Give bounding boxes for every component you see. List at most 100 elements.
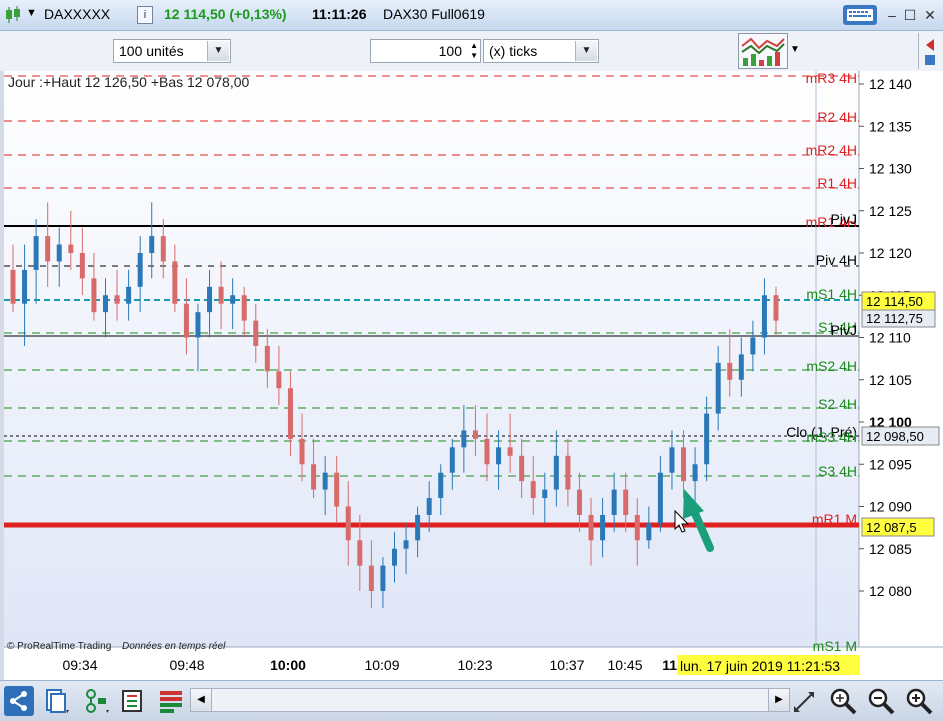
level-label: mR3 4H — [806, 71, 857, 86]
candle-body — [114, 295, 120, 304]
candle-body — [264, 345, 270, 372]
price-axis-label: 12 130 — [869, 161, 912, 177]
level-label: Piv 4H — [816, 252, 857, 268]
instrument-name[interactable]: DAXXXXX — [44, 6, 110, 22]
candle-body — [56, 244, 62, 262]
candle-body — [68, 244, 74, 253]
ticks-value-input[interactable]: 100 ▲ ▼ — [370, 39, 481, 63]
minimize-icon[interactable]: – — [882, 6, 902, 24]
candle-body — [392, 548, 397, 566]
panel-arrow-icon — [925, 39, 935, 65]
indicator-tool-button[interactable] — [738, 33, 788, 69]
units-select-value: 100 unités — [119, 43, 184, 59]
level-label: mS2 4H — [806, 358, 857, 374]
level-label: PivJ — [831, 211, 857, 227]
candle-body — [207, 286, 213, 313]
horizontal-scrollbar[interactable]: ◀ ▶ — [190, 688, 790, 712]
zoom-out-icon[interactable] — [866, 686, 896, 716]
candle-body — [45, 236, 51, 262]
ticks-type-value: (x) ticks — [489, 43, 538, 59]
ticks-value: 100 — [438, 43, 462, 59]
candle-body — [761, 295, 767, 338]
candle-body — [657, 472, 663, 524]
chevron-down-icon[interactable]: ▼ — [207, 41, 229, 61]
level-label: S2 4H — [818, 396, 857, 412]
price-axis-label: 12 085 — [869, 541, 912, 557]
candle-body — [218, 286, 224, 304]
chart-area[interactable]: mR3 4H R2 4H mR2 4H R1 4H mR1 4H PivJ Piv 4H mS… — [4, 70, 943, 681]
checklist-icon[interactable] — [118, 686, 148, 716]
orderbook-icon[interactable] — [156, 686, 186, 716]
contract-name: DAX30 Full0619 — [383, 6, 485, 22]
candle-body — [461, 430, 467, 448]
scroll-right-button[interactable]: ▶ — [768, 689, 789, 711]
units-select[interactable]: 100 unités ▼ — [113, 39, 231, 63]
candle-body — [530, 481, 536, 499]
candle-body — [496, 447, 502, 465]
document-icon[interactable] — [42, 686, 72, 716]
zoom-auto-icon[interactable] — [828, 686, 858, 716]
candle-body — [299, 438, 305, 465]
share-icon[interactable] — [4, 686, 34, 716]
hierarchy-icon[interactable] — [82, 686, 112, 716]
candle-body — [449, 447, 455, 473]
candle-body — [253, 320, 259, 346]
candle-body — [623, 489, 629, 515]
level-label: mS3 4H — [806, 429, 857, 445]
candle-body — [126, 286, 132, 304]
candle-body — [287, 388, 293, 439]
level-label: mR1 M — [812, 511, 857, 527]
scroll-left-button[interactable]: ◀ — [191, 689, 212, 711]
candle-body — [565, 455, 571, 490]
candle-body — [472, 430, 478, 439]
level-label: R1 4H — [817, 175, 857, 191]
cursor-price-value: 12 112,75 — [866, 311, 923, 326]
time-axis-label: 10:09 — [364, 657, 399, 673]
info-icon[interactable]: i — [137, 6, 153, 24]
time-axis-label: 10:00 — [270, 657, 306, 673]
level-label: S3 4H — [818, 463, 857, 479]
candle-body — [102, 295, 108, 313]
candle-body — [10, 269, 16, 304]
price-axis-label: 12 090 — [869, 499, 912, 515]
indicator-menu-caret-icon[interactable]: ▼ — [790, 44, 800, 55]
candle-body — [484, 438, 490, 465]
candle-body — [704, 413, 710, 465]
prev-close-value: 12 098,50 — [866, 429, 924, 444]
candle-body — [160, 236, 166, 262]
order-toolbar: 100 unités ▼ 100 ▲ ▼ (x) ticks ▼ ▼ — [0, 31, 943, 71]
candle-body — [415, 514, 421, 541]
price-chart[interactable]: mR3 4HR2 4HmR2 4HR1 4HmR1 4HPivJPiv 4HmS… — [4, 70, 943, 681]
candle-body — [172, 261, 178, 304]
scale-arrows-icon[interactable] — [790, 686, 820, 716]
watermark-note: Données en temps réel — [122, 641, 226, 652]
candle-body — [183, 303, 189, 338]
spinner-icon[interactable]: ▲ ▼ — [470, 41, 478, 61]
menu-caret-icon[interactable]: ▼ — [26, 7, 37, 19]
price-axis-label: 12 095 — [869, 456, 912, 472]
candlestick-app-icon — [6, 6, 20, 23]
candle-body — [738, 354, 744, 380]
mr1m-price-value: 12 087,5 — [866, 520, 917, 535]
candle-body — [368, 565, 374, 591]
price-axis-label: 12 110 — [869, 330, 911, 346]
ticks-type-select[interactable]: (x) ticks ▼ — [483, 39, 599, 63]
plot-background — [4, 71, 859, 647]
price-axis-label: 12 125 — [869, 203, 912, 219]
side-panel-toggle[interactable] — [918, 33, 941, 69]
level-label: mR2 4H — [806, 142, 857, 158]
zoom-in-icon[interactable] — [904, 686, 934, 716]
price-axis-label: 12 105 — [869, 372, 912, 388]
candle-body — [149, 236, 155, 253]
candle-body — [334, 472, 340, 507]
close-icon[interactable]: ✕ — [920, 6, 940, 24]
maximize-icon[interactable]: ☐ — [900, 6, 920, 24]
keyboard-icon[interactable] — [843, 5, 877, 25]
candle-body — [322, 472, 328, 490]
candle-body — [33, 236, 39, 270]
level-label: mS1 4H — [806, 286, 857, 302]
candle-body — [542, 489, 548, 499]
chevron-down-icon[interactable]: ▼ — [575, 41, 597, 61]
time-axis-label: 10:37 — [549, 657, 584, 673]
candle-body — [91, 278, 97, 313]
